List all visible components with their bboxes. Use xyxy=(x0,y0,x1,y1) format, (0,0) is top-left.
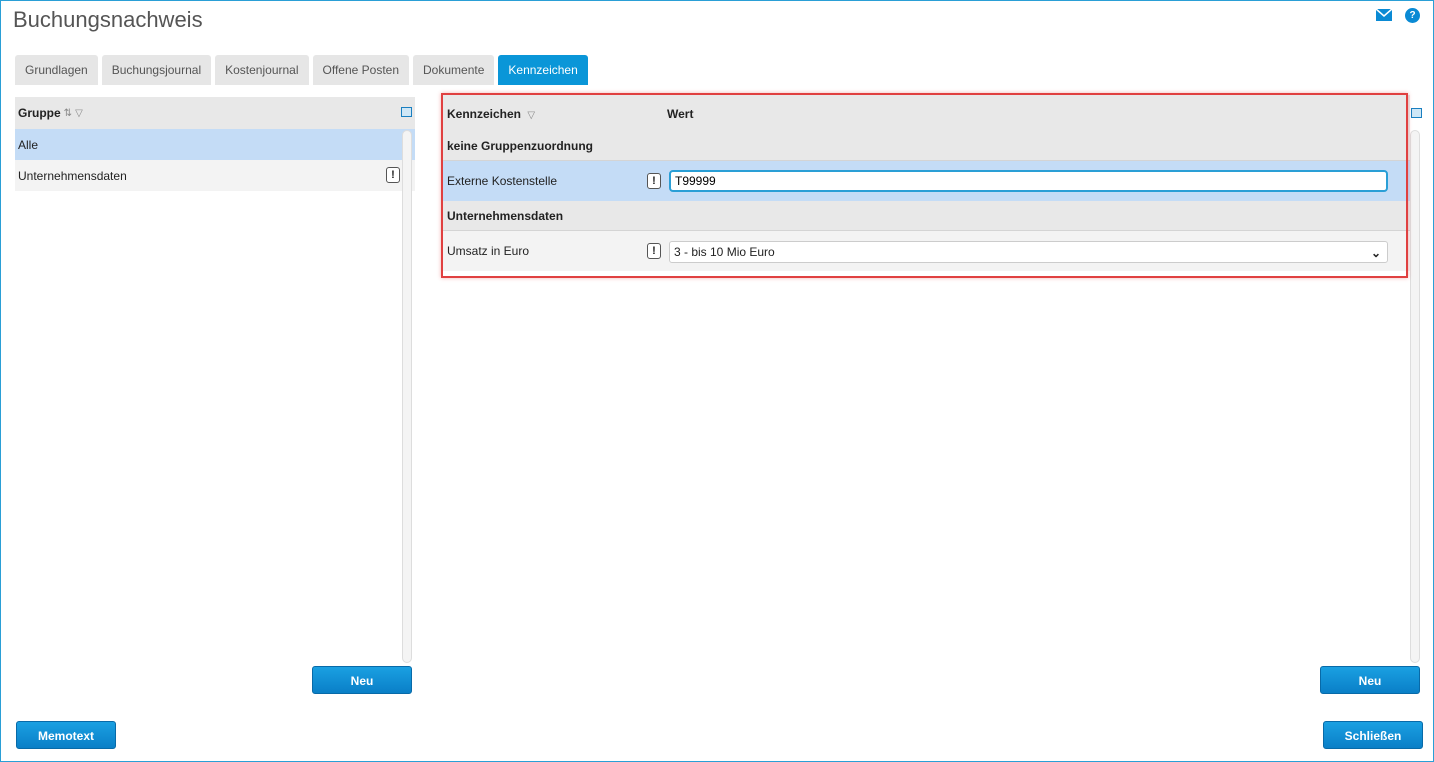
kennzeichen-table-header: Kennzeichen ▽ Wert xyxy=(442,95,1410,131)
exclamation-icon[interactable]: ! xyxy=(386,167,400,183)
group-item-unternehmensdaten[interactable]: Unternehmensdaten ! xyxy=(15,160,415,191)
tab-buchungsjournal[interactable]: Buchungsjournal xyxy=(101,55,212,85)
tab-kostenjournal[interactable]: Kostenjournal xyxy=(215,55,309,85)
new-group-button[interactable]: Neu xyxy=(312,666,412,694)
select-value: 3 - bis 10 Mio Euro xyxy=(674,245,775,259)
kennzeichen-row-externe-kostenstelle[interactable]: Externe Kostenstelle ! xyxy=(442,161,1410,201)
filter-icon[interactable]: ▽ xyxy=(527,110,535,121)
group-item-label: Alle xyxy=(18,137,39,152)
column-config-icon[interactable] xyxy=(1411,108,1422,118)
kennzeichen-scrollbar[interactable] xyxy=(1410,130,1420,663)
group-header-label: Gruppe xyxy=(18,106,61,120)
group-column-header[interactable]: Gruppe ⇅ ▽ xyxy=(15,97,415,129)
group-item-alle[interactable]: Alle xyxy=(15,129,415,160)
group-item-label: Unternehmensdaten xyxy=(18,168,127,183)
filter-icon[interactable]: ▽ xyxy=(75,108,83,119)
close-button[interactable]: Schließen xyxy=(1323,721,1423,749)
tab-dokumente[interactable]: Dokumente xyxy=(413,55,495,85)
group-list-scrollbar[interactable] xyxy=(402,130,412,663)
chevron-down-icon: ⌄ xyxy=(1370,246,1381,260)
group-header-unternehmensdaten: Unternehmensdaten xyxy=(442,201,1410,231)
column-config-icon[interactable] xyxy=(401,107,412,117)
tab-bar: Grundlagen Buchungsjournal Kostenjournal… xyxy=(15,55,588,85)
kennzeichen-row-umsatz-in-euro[interactable]: Umsatz in Euro ! 3 - bis 10 Mio Euro ⌄ xyxy=(442,231,1410,271)
tab-offene-posten[interactable]: Offene Posten xyxy=(312,55,410,85)
new-kennzeichen-button[interactable]: Neu xyxy=(1320,666,1420,694)
kennzeichen-header-label: Kennzeichen xyxy=(447,107,522,121)
row-label: Externe Kostenstelle xyxy=(447,174,558,188)
group-header-keine-gruppenzuordnung: keine Gruppenzuordnung xyxy=(442,131,1410,161)
kennzeichen-column-header[interactable]: Kennzeichen ▽ xyxy=(447,107,535,121)
sort-icon[interactable]: ⇅ xyxy=(64,108,72,119)
umsatz-select[interactable]: 3 - bis 10 Mio Euro ⌄ xyxy=(669,241,1388,263)
exclamation-icon[interactable]: ! xyxy=(647,243,661,259)
externe-kostenstelle-input[interactable] xyxy=(669,170,1388,192)
help-icon[interactable]: ? xyxy=(1405,8,1420,23)
tab-kennzeichen[interactable]: Kennzeichen xyxy=(498,55,588,85)
wert-column-header[interactable]: Wert xyxy=(667,107,693,121)
page-title: Buchungsnachweis xyxy=(13,7,203,32)
tab-grundlagen[interactable]: Grundlagen xyxy=(15,55,98,85)
kennzeichen-panel: Kennzeichen ▽ Wert keine Gruppenzuordnun… xyxy=(442,95,1410,271)
row-label: Umsatz in Euro xyxy=(447,244,530,258)
group-list-panel: Gruppe ⇅ ▽ Alle Unternehmensdaten ! xyxy=(15,97,415,667)
memotext-button[interactable]: Memotext xyxy=(16,721,116,749)
exclamation-icon[interactable]: ! xyxy=(647,173,661,189)
mail-icon[interactable] xyxy=(1376,8,1392,22)
